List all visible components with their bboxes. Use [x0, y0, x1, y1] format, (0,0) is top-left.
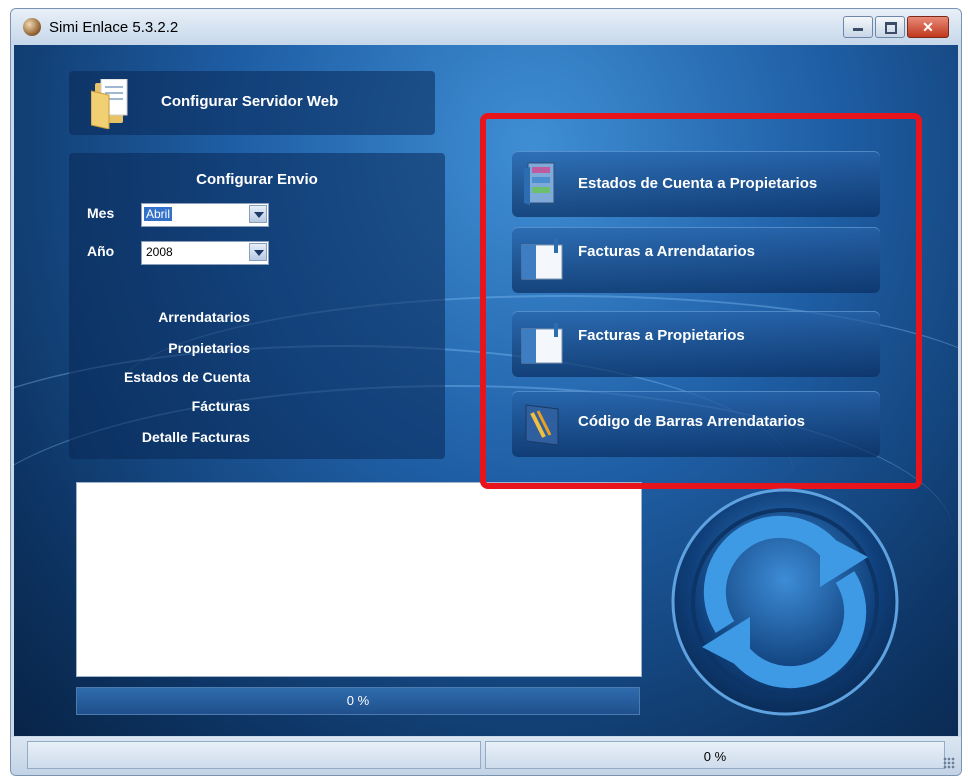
sync-icon[interactable]	[670, 487, 900, 717]
config-title: Configurar Envio	[196, 171, 318, 188]
status-bar: 0 %	[11, 737, 961, 775]
month-select[interactable]: Abril	[141, 203, 269, 227]
configure-server-label: Configurar Servidor Web	[161, 93, 339, 110]
month-value: Abril	[144, 207, 173, 221]
close-icon: ✕	[922, 19, 934, 35]
config-panel: Configurar Envio Mes Abril Año 2008 Arre…	[69, 153, 445, 459]
table-item: Arrendatarios	[158, 309, 250, 325]
table-item: Fácturas	[191, 398, 250, 414]
maximize-button[interactable]	[875, 16, 905, 38]
main-area: Configurar Servidor Web Configurar Envio…	[14, 45, 958, 736]
window-title: Simi Enlace 5.3.2.2	[49, 19, 179, 36]
status-cell-right: 0 %	[485, 741, 945, 769]
table-item: Estados de Cuenta	[123, 369, 250, 385]
chevron-down-icon[interactable]	[249, 243, 267, 261]
year-select[interactable]: 2008	[141, 241, 269, 265]
status-progress-text: 0 %	[703, 749, 727, 764]
minimize-icon	[844, 17, 872, 37]
resize-grip-icon[interactable]	[943, 757, 955, 769]
year-value: 2008	[146, 245, 173, 259]
folder-icon	[91, 79, 128, 129]
status-cell-left	[27, 741, 481, 769]
configure-server-button[interactable]: Configurar Servidor Web	[69, 71, 435, 135]
chevron-down-icon[interactable]	[249, 205, 267, 223]
minimize-button[interactable]	[843, 16, 873, 38]
maximize-icon	[876, 17, 904, 37]
table-item: Propietarios	[168, 340, 250, 356]
close-button[interactable]: ✕	[907, 16, 949, 38]
progress-bar: 0 %	[76, 687, 640, 715]
table-item: Detalle Facturas	[141, 429, 250, 445]
log-textbox[interactable]	[76, 482, 642, 677]
app-icon	[23, 18, 41, 36]
year-label: Año	[87, 243, 115, 259]
title-bar[interactable]: Simi Enlace 5.3.2.2 ✕	[11, 9, 961, 45]
highlight-box	[480, 113, 922, 489]
app-window: Simi Enlace 5.3.2.2 ✕ Configurar Servido…	[10, 8, 962, 776]
progress-text: 0 %	[346, 693, 370, 708]
month-label: Mes	[87, 205, 115, 221]
